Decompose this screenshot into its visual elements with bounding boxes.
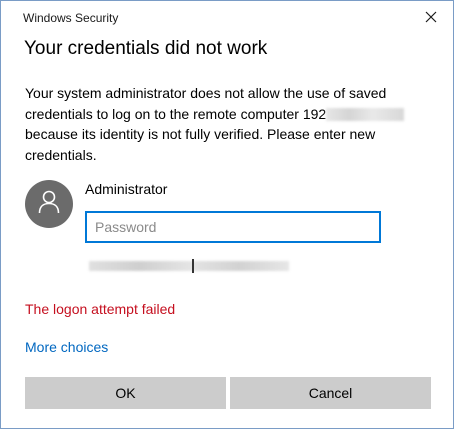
account-username: Administrator [85,181,168,197]
dialog-heading: Your credentials did not work [24,38,268,59]
avatar [25,180,73,228]
more-choices-link[interactable]: More choices [25,339,108,355]
dialog-message: Your system administrator does not allow… [25,83,445,165]
title-bar: Windows Security [1,1,453,35]
mouse-cursor-icon [192,259,194,273]
password-field[interactable] [85,211,381,243]
message-text-end: because its identity is not fully verifi… [25,126,376,163]
redacted-domain-username [89,259,289,273]
error-message: The logon attempt failed [25,301,176,317]
close-icon [425,10,437,28]
close-button[interactable] [419,7,443,31]
credentials-dialog: Windows Security Your credentials did no… [0,0,454,429]
redacted-text [89,261,289,271]
user-icon [38,190,60,219]
ok-button[interactable]: OK [25,377,226,409]
redacted-ip-address [326,107,405,121]
cancel-button[interactable]: Cancel [230,377,431,409]
window-title: Windows Security [23,11,119,25]
